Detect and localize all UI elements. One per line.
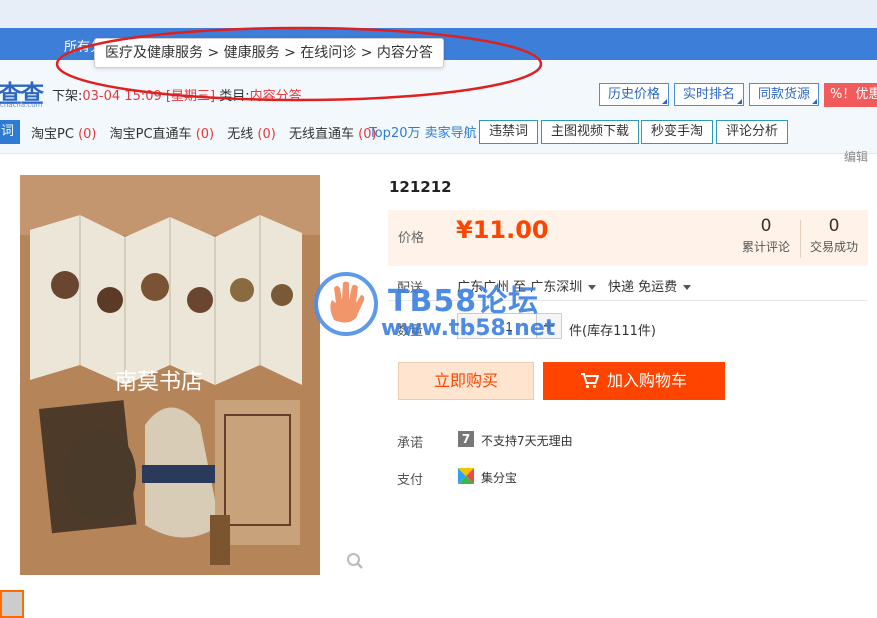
keyword-count-item[interactable]: 淘宝PC (0) (31, 127, 96, 142)
main-video-download-button[interactable]: 主图视频下载 (541, 120, 640, 144)
promise-text[interactable]: 不支持7天无理由 (481, 432, 573, 449)
keyword-count-item[interactable]: 淘宝PC直通车 (0) (110, 127, 214, 142)
keyword-count-item[interactable]: 无线 (0) (227, 127, 276, 142)
promise-label: 承诺 (397, 436, 424, 451)
stock-info: 件(库存111件) (569, 324, 656, 339)
same-source-button[interactable]: 同款货源 (749, 83, 820, 106)
keyword-count-item[interactable]: 无线直通车 (0) (289, 127, 377, 142)
sales-count: 0 (828, 216, 840, 236)
add-to-cart-label: 加入购物车 (606, 371, 687, 390)
plugin-logo-domain: chacha.com (0, 101, 43, 109)
payment-label: 支付 (397, 473, 424, 488)
price-value: ¥11.00 (456, 216, 549, 244)
product-photo: 南莫书店 (20, 175, 320, 575)
shipping-method-text: 快递 免运费 (608, 280, 678, 295)
browser-top-strip (0, 0, 877, 28)
caret-down-icon (588, 285, 597, 290)
keyword-tag[interactable]: 词 (0, 120, 20, 144)
product-thumbnail[interactable] (0, 590, 24, 618)
sales-label: 交易成功 (809, 240, 858, 254)
buy-now-button[interactable]: 立即购买 (398, 362, 534, 400)
reviews-stat[interactable]: 0 累计评论 (732, 216, 800, 255)
shipping-method-select[interactable]: 快递 免运费 (608, 276, 692, 295)
product-main-image[interactable]: 南莫书店 (20, 175, 320, 575)
banned-words-button[interactable]: 违禁词 (479, 120, 539, 144)
seven-day-icon: 7 (458, 431, 474, 447)
image-watermark: 南莫书店 (115, 370, 203, 395)
sales-stat: 0 交易成功 (800, 216, 868, 255)
to-mobile-taobao-button[interactable]: 秒变手淘 (641, 120, 714, 144)
reviews-count: 0 (760, 216, 772, 236)
top20-link[interactable]: Top20万 (369, 126, 420, 141)
add-to-cart-button[interactable]: 加入购物车 (543, 362, 725, 400)
realtime-rank-button[interactable]: 实时排名 (674, 83, 745, 106)
review-analysis-button[interactable]: 评论分析 (716, 120, 789, 144)
price-label: 价格 (398, 231, 425, 246)
forum-watermark-url: www.tb58.net (381, 316, 556, 341)
zoom-icon[interactable] (346, 552, 364, 570)
top20-links: Top20万 卖家导航 (369, 122, 477, 141)
reviews-label: 累计评论 (741, 240, 790, 254)
payment-method-text: 集分宝 (481, 471, 518, 485)
keyword-counts: 淘宝PC (0) 淘宝PC直通车 (0) 无线 (0) 无线直通车 (0) (31, 123, 386, 142)
hand-logo-icon (314, 272, 378, 336)
promo-button[interactable]: %！优惠 (824, 83, 877, 107)
seller-nav-link[interactable]: 卖家导航 (425, 126, 477, 141)
annotation-ellipse (55, 26, 543, 102)
forum-watermark-title: TB58论坛 (388, 284, 540, 319)
caret-down-icon (683, 285, 692, 290)
edit-link[interactable]: 编辑 (844, 148, 868, 165)
product-title: 121212 (389, 178, 452, 196)
history-price-button[interactable]: 历史价格 (599, 83, 670, 106)
jifenbao-icon (458, 468, 474, 484)
cart-icon (580, 373, 600, 389)
